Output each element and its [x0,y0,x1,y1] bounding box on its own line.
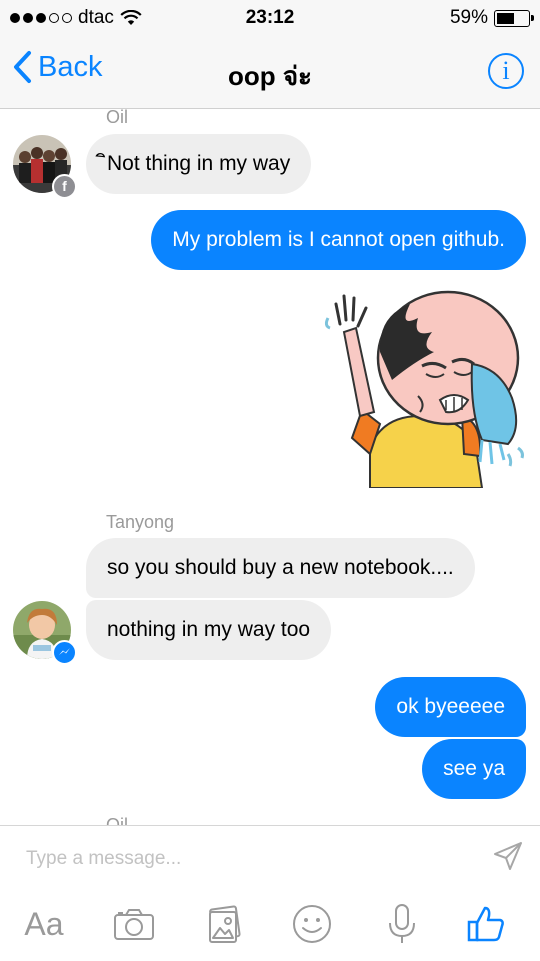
message-composer: Aa [0,825,540,961]
status-bar: dtac 23:12 59% [0,0,540,36]
battery-percent: 59% [449,7,488,28]
navigation-bar: Back oop จ่ะ i [0,36,540,109]
message-bubble-incoming[interactable]: nothing in my way too [86,600,332,660]
crying-man-sticker [324,290,524,489]
sticker-image[interactable] [322,288,528,489]
microphone-icon[interactable] [372,894,432,954]
message-bubble-incoming[interactable]: so you should buy a new notebook.... [86,538,475,598]
sender-name-tanyong: Tanyong [106,512,175,532]
send-icon[interactable] [492,840,524,877]
info-icon[interactable]: i [488,53,524,89]
like-icon[interactable] [456,894,516,954]
message-bubble-incoming[interactable]: ิNot thing in my way [86,134,312,194]
message-bubble-outgoing[interactable]: see ya [422,739,526,799]
facebook-badge-icon: f [52,174,77,199]
conversation-title: oop จ่ะ [227,61,313,91]
message-bubble-outgoing[interactable]: My problem is I cannot open github. [151,210,526,270]
sender-name-oil-partial: Oil [106,816,128,825]
text-format-icon[interactable]: Aa [14,894,74,954]
sender-name-oil: Oil [106,107,128,125]
gallery-icon[interactable] [194,894,254,954]
messenger-badge-icon [52,640,77,665]
composer-toolbar: Aa [0,894,540,954]
emoji-icon[interactable] [282,894,342,954]
battery-status: 59% [449,7,534,29]
message-bubble-outgoing[interactable]: ok byeeeee [375,677,526,737]
message-input[interactable] [26,844,466,874]
battery-icon [494,9,534,27]
camera-icon[interactable] [104,894,164,954]
